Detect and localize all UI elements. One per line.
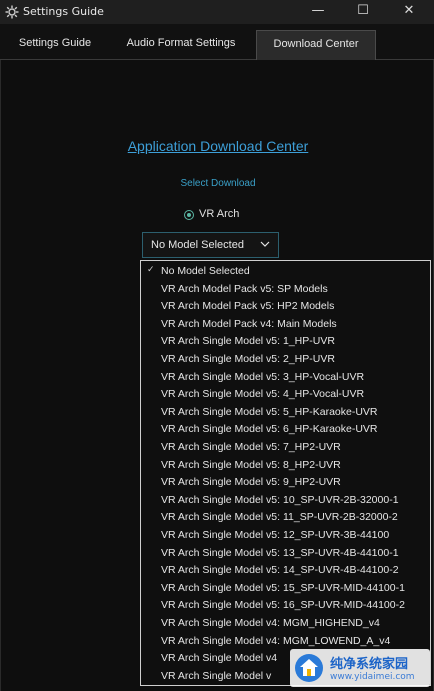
dropdown-item[interactable]: VR Arch Single Model v4: MGM_LOWEND_A_v4 (141, 633, 430, 651)
dropdown-item-label: VR Arch Model Pack v4: Main Models (161, 317, 337, 330)
dropdown-item[interactable]: VR Arch Single Model v5: 6_HP-Karaoke-UV… (141, 421, 430, 439)
dropdown-item-label: VR Arch Single Model v5: 5_HP-Karaoke-UV… (161, 405, 378, 418)
tab-download-center[interactable]: Download Center (256, 30, 376, 60)
tab-audio-format-settings[interactable]: Audio Format Settings (112, 30, 250, 60)
dropdown-item[interactable]: VR Arch Single Model v5: 5_HP-Karaoke-UV… (141, 404, 430, 422)
tab-settings-guide[interactable]: Settings Guide (7, 30, 103, 60)
dropdown-item-label: VR Arch Single Model v5: 15_SP-UVR-MID-4… (161, 581, 405, 594)
vr-arch-radio-label: VR Arch (199, 208, 240, 220)
dropdown-item-label: VR Arch Single Model v5: 6_HP-Karaoke-UV… (161, 423, 378, 436)
dropdown-item-label: VR Arch Single Model v5: 14_SP-UVR-4B-44… (161, 564, 399, 577)
dropdown-item[interactable]: ✓ No Model Selected (141, 263, 430, 281)
dropdown-item-label: VR Arch Single Model v5: 9_HP2-UVR (161, 476, 341, 489)
watermark: 纯净系统家园 www.yidaimei.com (290, 649, 430, 687)
dropdown-item[interactable]: VR Arch Model Pack v4: Main Models (141, 316, 430, 334)
dropdown-item-label: VR Arch Single Model v5: 13_SP-UVR-4B-44… (161, 546, 399, 559)
dropdown-item[interactable]: VR Arch Single Model v5: 7_HP2-UVR (141, 439, 430, 457)
dropdown-item[interactable]: VR Arch Single Model v5: 9_HP2-UVR (141, 474, 430, 492)
page-title-link[interactable]: Application Download Center (1, 138, 434, 154)
dropdown-item-label: No Model Selected (161, 265, 250, 277)
dropdown-item-label: VR Arch Single Model v5: 11_SP-UVR-2B-32… (161, 511, 398, 524)
close-button[interactable]: ✕ (386, 0, 432, 24)
radio-dot-icon (184, 210, 194, 220)
watermark-url: www.yidaimei.com (330, 672, 415, 682)
window-title: Settings Guide (23, 5, 104, 18)
minimize-button[interactable]: — (295, 0, 341, 24)
dropdown-item-label: VR Arch Single Model v (161, 669, 272, 682)
dropdown-item[interactable]: VR Arch Single Model v5: 13_SP-UVR-4B-44… (141, 545, 430, 563)
dropdown-item[interactable]: VR Arch Model Pack v5: HP2 Models (141, 298, 430, 316)
dropdown-item-label: VR Arch Single Model v5: 10_SP-UVR-2B-32… (161, 493, 399, 506)
dropdown-item-label: VR Arch Single Model v5: 2_HP-UVR (161, 353, 335, 365)
dropdown-item-label: VR Arch Single Model v5: 4_HP-Vocal-UVR (161, 388, 365, 401)
tab-bar: Settings Guide Audio Format Settings Dow… (0, 24, 434, 60)
house-logo-icon (295, 654, 323, 682)
model-dropdown-list[interactable]: ✓ No Model Selected VR Arch Model Pack v5:… (140, 260, 431, 686)
dropdown-item[interactable]: VR Arch Single Model v5: 11_SP-UVR-2B-32… (141, 509, 430, 527)
dropdown-item[interactable]: VR Arch Single Model v4: MGM_HIGHEND_v4 (141, 615, 430, 633)
dropdown-item[interactable]: VR Arch Single Model v5: 14_SP-UVR-4B-44… (141, 562, 430, 580)
title-bar: Settings Guide — ☐ ✕ (0, 0, 434, 24)
dropdown-item-label: VR Arch Single Model v5: 3_HP-Vocal-UVR (161, 370, 365, 383)
dropdown-item[interactable]: VR Arch Single Model v5: 1_HP-UVR (141, 333, 430, 351)
dropdown-item-label: VR Arch Single Model v4 (161, 652, 278, 665)
dropdown-item[interactable]: VR Arch Single Model v5: 4_HP-Vocal-UVR (141, 386, 430, 404)
maximize-button[interactable]: ☐ (340, 0, 386, 24)
dropdown-item[interactable]: VR Arch Single Model v5: 10_SP-UVR-2B-32… (141, 492, 430, 510)
dropdown-item-label: VR Arch Single Model v4: MGM_HIGHEND_v4 (161, 617, 380, 629)
check-icon: ✓ (147, 264, 155, 274)
chevron-down-icon (260, 241, 270, 247)
dropdown-item[interactable]: VR Arch Single Model v5: 12_SP-UVR-3B-44… (141, 527, 430, 545)
dropdown-item[interactable]: VR Arch Single Model v5: 15_SP-UVR-MID-4… (141, 580, 430, 598)
dropdown-item-label: VR Arch Single Model v5: 16_SP-UVR-MID-4… (161, 599, 405, 612)
dropdown-item-label: VR Arch Single Model v5: 12_SP-UVR-3B-44… (161, 529, 390, 541)
dropdown-item-label: VR Arch Model Pack v5: HP2 Models (161, 300, 335, 313)
watermark-title: 纯净系统家园 (330, 657, 409, 672)
select-download-label: Select Download (180, 178, 256, 189)
dropdown-item-label: VR Arch Model Pack v5: SP Models (161, 282, 328, 295)
dropdown-item-label: VR Arch Single Model v5: 7_HP2-UVR (161, 441, 341, 453)
dropdown-item[interactable]: VR Arch Single Model v5: 16_SP-UVR-MID-4… (141, 597, 430, 615)
dropdown-item-label: VR Arch Single Model v5: 8_HP2-UVR (161, 458, 341, 471)
dropdown-item[interactable]: VR Arch Single Model v5: 8_HP2-UVR (141, 457, 430, 475)
model-select-combobox[interactable]: No Model Selected (142, 232, 279, 258)
dropdown-item[interactable]: VR Arch Model Pack v5: SP Models (141, 281, 430, 299)
app-gear-icon (5, 5, 19, 19)
dropdown-item[interactable]: VR Arch Single Model v5: 2_HP-UVR (141, 351, 430, 369)
combobox-value: No Model Selected (151, 239, 244, 251)
dropdown-item-label: VR Arch Single Model v5: 1_HP-UVR (161, 335, 335, 348)
dropdown-item-label: VR Arch Single Model v4: MGM_LOWEND_A_v4 (161, 634, 391, 647)
dropdown-item[interactable]: VR Arch Single Model v5: 3_HP-Vocal-UVR (141, 369, 430, 387)
